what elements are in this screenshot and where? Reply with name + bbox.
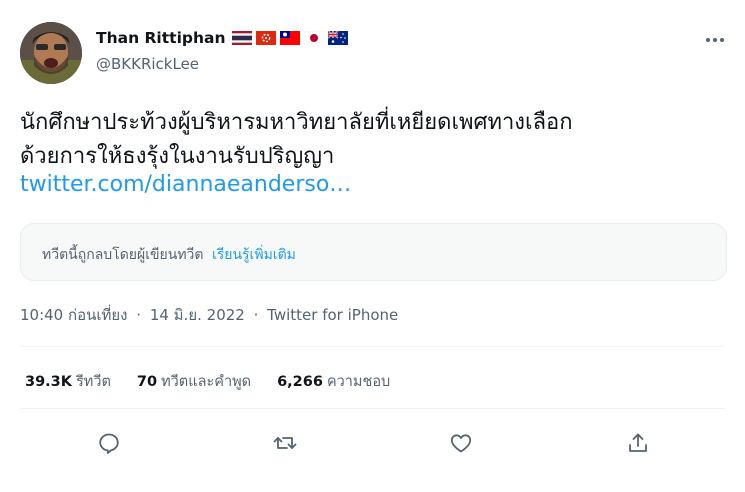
tweet-text: นักศึกษาประท้วงผู้บริหารมหาวิทยาลัยที่เห…: [20, 106, 735, 174]
tweet-link[interactable]: twitter.com/diannaeanderso…: [20, 172, 351, 197]
more-options-button[interactable]: [702, 30, 728, 50]
retweets-stat[interactable]: 39.3K รีทวีต: [25, 370, 111, 393]
quotes-count: 70: [136, 374, 158, 390]
divider: [20, 408, 725, 409]
deleted-notice-text: ทวีตนี้ถูกลบโดยผู้เขียนทวีต เรียนรู้เพิ่…: [42, 244, 296, 266]
likes-label: ความชอบ: [326, 374, 391, 390]
action-bar: [0, 428, 745, 458]
learn-more-link[interactable]: เรียนรู้เพิ่มเติม: [212, 247, 296, 263]
retweet-button[interactable]: [270, 428, 300, 458]
divider: [20, 346, 725, 347]
like-button[interactable]: [446, 428, 476, 458]
quotes-stat[interactable]: 70 ทวีตและคำพูด: [137, 370, 251, 393]
share-button[interactable]: [623, 428, 653, 458]
more-dots-icon: [706, 38, 724, 42]
tweet-text-line: ด้วยการให้ธงรุ้งในงานรับปริญญา: [20, 144, 335, 169]
retweets-label: รีทวีต: [76, 374, 111, 390]
avatar-photo: [20, 22, 82, 84]
likes-stat[interactable]: 6,266 ความชอบ: [277, 370, 390, 393]
likes-count: 6,266: [277, 374, 323, 390]
taiwan-flag-icon: [280, 31, 300, 45]
tweet-text-line: นักศึกษาประท้วงผู้บริหารมหาวิทยาลัยที่เห…: [20, 110, 573, 135]
meta-separator: ·: [136, 306, 142, 324]
retweet-icon: [273, 437, 297, 449]
like-icon: [450, 434, 472, 453]
tweet-time[interactable]: 10:40 ก่อนเที่ยง: [20, 306, 127, 324]
meta-separator: ·: [253, 306, 259, 324]
deleted-notice-message: ทวีตนี้ถูกลบโดยผู้เขียนทวีต: [42, 247, 204, 263]
author-handle[interactable]: @BKKRickLee: [96, 55, 199, 73]
quotes-label: ทวีตและคำพูด: [161, 374, 252, 390]
tweet-timestamp: 10:40 ก่อนเที่ยง · 14 มิ.ย. 2022 · Twitt…: [20, 303, 398, 327]
retweets-count: 39.3K: [25, 374, 73, 390]
reply-icon: [99, 433, 119, 454]
australia-flag-icon: [328, 31, 348, 45]
tweet-card: Than Rittiphan @BKKRickLee นักศึกษาประท้…: [0, 0, 745, 492]
thailand-flag-icon: [232, 31, 252, 45]
engagement-stats: 39.3K รีทวีต 70 ทวีตและคำพูด 6,266 ความชอบ: [25, 370, 390, 393]
japan-flag-icon: [304, 31, 324, 45]
share-icon: [629, 433, 647, 452]
author-display-name[interactable]: Than Rittiphan: [96, 29, 226, 47]
deleted-quote-notice: ทวีตนี้ถูกลบโดยผู้เขียนทวีต เรียนรู้เพิ่…: [20, 223, 727, 281]
tweet-date[interactable]: 14 มิ.ย. 2022: [150, 306, 245, 324]
avatar[interactable]: [20, 22, 82, 84]
tweet-source[interactable]: Twitter for iPhone: [267, 306, 398, 324]
hong-kong-flag-icon: [256, 31, 276, 45]
author-flags: [232, 31, 348, 45]
reply-button[interactable]: [94, 428, 124, 458]
